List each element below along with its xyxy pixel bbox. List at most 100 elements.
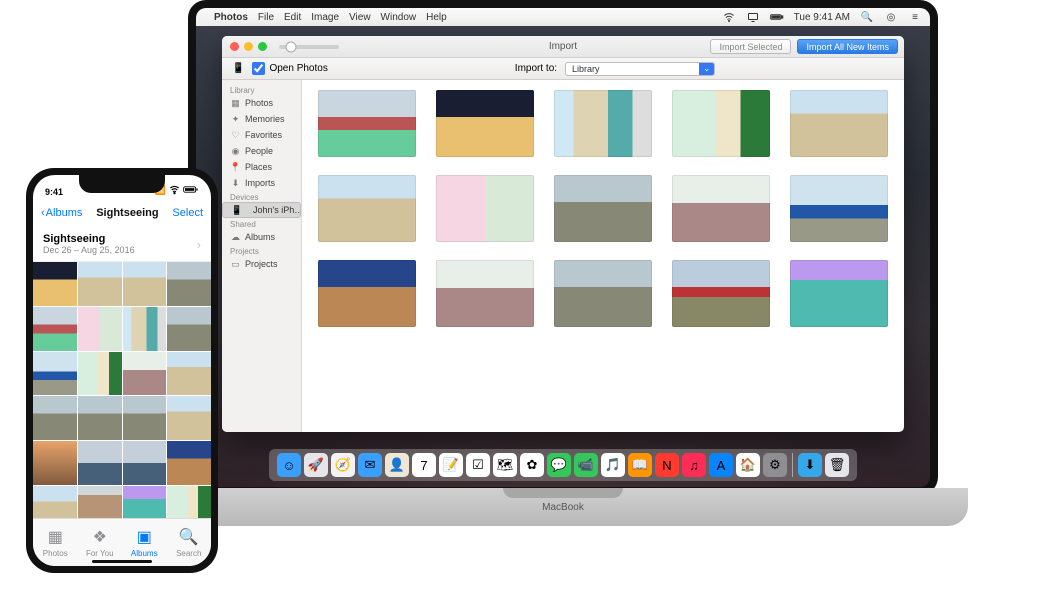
menu-view[interactable]: View: [349, 12, 371, 23]
menubar-clock[interactable]: Tue 9:41 AM: [794, 12, 850, 23]
display-icon[interactable]: [746, 10, 760, 24]
dock-music[interactable]: ♫: [682, 453, 706, 477]
menu-window[interactable]: Window: [381, 12, 417, 23]
sidebar-item-imports[interactable]: ⬇Imports: [222, 175, 301, 191]
photo-thumbnail[interactable]: [78, 441, 122, 485]
dock-home[interactable]: 🏠: [736, 453, 760, 477]
menu-help[interactable]: Help: [426, 12, 447, 23]
dock-calendar[interactable]: 7: [412, 453, 436, 477]
people-icon: ◉: [230, 146, 241, 157]
minimize-traffic-light[interactable]: [244, 42, 253, 51]
import-thumbnail[interactable]: [790, 260, 888, 327]
dock-preferences[interactable]: ⚙: [763, 453, 787, 477]
import-thumbnail[interactable]: [436, 90, 534, 157]
sidebar-item-photos[interactable]: ▦Photos: [222, 95, 301, 111]
import-thumbnail[interactable]: [554, 90, 652, 157]
photo-thumbnail[interactable]: [123, 307, 167, 351]
photo-thumbnail[interactable]: [78, 352, 122, 396]
dock-news[interactable]: N: [655, 453, 679, 477]
dock-trash[interactable]: 🗑: [825, 453, 849, 477]
photo-thumbnail[interactable]: [123, 396, 167, 440]
photo-thumbnail[interactable]: [167, 396, 211, 440]
photo-thumbnail[interactable]: [167, 262, 211, 306]
import-thumbnail[interactable]: [318, 260, 416, 327]
home-indicator[interactable]: [92, 560, 152, 563]
dock-itunes[interactable]: 🎵: [601, 453, 625, 477]
album-header[interactable]: Sightseeing Dec 26 – Aug 25, 2016 ›: [33, 227, 211, 262]
dock-mail[interactable]: ✉: [358, 453, 382, 477]
photo-thumbnail[interactable]: [33, 441, 77, 485]
photo-thumbnail[interactable]: [78, 307, 122, 351]
import-thumbnail[interactable]: [554, 175, 652, 242]
zoom-slider[interactable]: [279, 45, 339, 49]
import-to-select[interactable]: Library ⌄: [565, 62, 715, 76]
photo-thumbnail[interactable]: [167, 307, 211, 351]
dock-maps[interactable]: 🗺: [493, 453, 517, 477]
sidebar-item-john-s-iph-[interactable]: 📱John's iPh…: [222, 202, 301, 218]
dock-finder[interactable]: ☺: [277, 453, 301, 477]
open-photos-checkbox[interactable]: Open Photos: [252, 62, 327, 75]
nav-bar: ‹ Albums Sightseeing Select: [33, 199, 211, 227]
photo-thumbnail[interactable]: [78, 396, 122, 440]
photo-thumbnail[interactable]: [167, 352, 211, 396]
dock-notes[interactable]: 📝: [439, 453, 463, 477]
sidebar-item-memories[interactable]: ✦Memories: [222, 111, 301, 127]
import-thumbnail[interactable]: [672, 260, 770, 327]
photo-thumbnail[interactable]: [33, 352, 77, 396]
menu-file[interactable]: File: [258, 12, 274, 23]
grid-icon: ▦: [230, 98, 241, 109]
photo-thumbnail[interactable]: [123, 352, 167, 396]
sidebar-item-people[interactable]: ◉People: [222, 143, 301, 159]
dock-messages[interactable]: 💬: [547, 453, 571, 477]
photo-thumbnail[interactable]: [167, 441, 211, 485]
sidebar-item-projects[interactable]: ▭Projects: [222, 256, 301, 272]
sidebar-item-label: John's iPh…: [247, 205, 301, 215]
menu-image[interactable]: Image: [311, 12, 339, 23]
menu-edit[interactable]: Edit: [284, 12, 301, 23]
import-thumbnail[interactable]: [318, 90, 416, 157]
import-thumbnail[interactable]: [436, 175, 534, 242]
import-thumbnail[interactable]: [436, 260, 534, 327]
sidebar-item-places[interactable]: 📍Places: [222, 159, 301, 175]
photo-thumbnail[interactable]: [33, 307, 77, 351]
photo-thumbnail[interactable]: [33, 262, 77, 306]
photo-thumbnail[interactable]: [123, 262, 167, 306]
photo-thumbnail[interactable]: [123, 441, 167, 485]
sidebar-item-favorites[interactable]: ♡Favorites: [222, 127, 301, 143]
dock-contacts[interactable]: 👤: [385, 453, 409, 477]
siri-icon[interactable]: ◎: [884, 10, 898, 24]
tab-for-you[interactable]: ❖For You: [78, 519, 123, 566]
fullscreen-traffic-light[interactable]: [258, 42, 267, 51]
dock-appstore[interactable]: A: [709, 453, 733, 477]
import-thumbnail[interactable]: [672, 175, 770, 242]
photo-thumbnail[interactable]: [33, 396, 77, 440]
dock-ibooks[interactable]: 📖: [628, 453, 652, 477]
wifi-icon[interactable]: [722, 10, 736, 24]
import-thumbnail[interactable]: [790, 175, 888, 242]
dock-launchpad[interactable]: 🚀: [304, 453, 328, 477]
photo-grid: [33, 262, 211, 530]
dock-facetime[interactable]: 📹: [574, 453, 598, 477]
photo-thumbnail[interactable]: [78, 262, 122, 306]
import-thumbnail[interactable]: [318, 175, 416, 242]
spotlight-icon[interactable]: 🔍: [860, 10, 874, 24]
tab-albums[interactable]: ▣Albums: [122, 519, 167, 566]
dock-reminders[interactable]: ☑: [466, 453, 490, 477]
import-selected-button[interactable]: Import Selected: [710, 39, 791, 54]
close-traffic-light[interactable]: [230, 42, 239, 51]
dock-safari[interactable]: 🧭: [331, 453, 355, 477]
notification-center-icon[interactable]: ≡: [908, 10, 922, 24]
battery-icon[interactable]: [770, 10, 784, 24]
import-thumbnail[interactable]: [672, 90, 770, 157]
back-button[interactable]: ‹ Albums: [41, 207, 82, 219]
import-thumbnail[interactable]: [790, 90, 888, 157]
sidebar-item-albums[interactable]: ☁Albums: [222, 229, 301, 245]
import-all-button[interactable]: Import All New Items: [797, 39, 898, 54]
select-button[interactable]: Select: [172, 206, 203, 220]
dock-downloads[interactable]: ⬇: [798, 453, 822, 477]
import-thumbnail[interactable]: [554, 260, 652, 327]
tab-photos[interactable]: ▦Photos: [33, 519, 78, 566]
tab-search[interactable]: 🔍Search: [167, 519, 212, 566]
dock-photos[interactable]: ✿: [520, 453, 544, 477]
app-name-menu[interactable]: Photos: [214, 12, 248, 23]
